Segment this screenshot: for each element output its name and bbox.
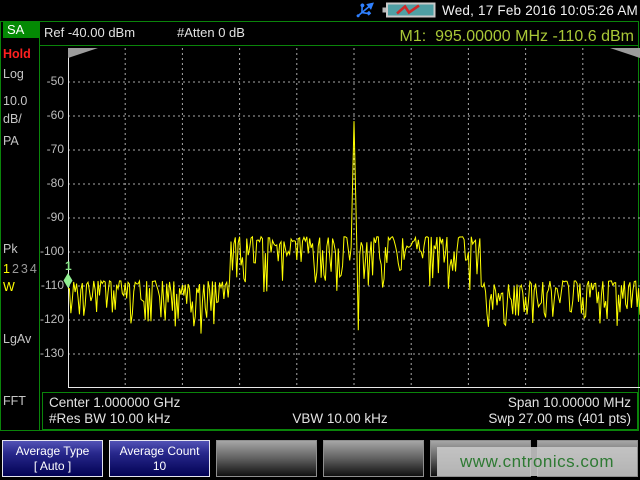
y-axis-label: -80 xyxy=(36,176,64,190)
marker-1-label: 1 xyxy=(65,259,72,273)
y-axis-label: -100 xyxy=(36,244,64,258)
clock-datetime: Wed, 17 Feb 2016 10:05:26 AM xyxy=(442,3,638,18)
top-status-bar: Wed, 17 Feb 2016 10:05:26 AM xyxy=(0,0,640,21)
log-average-indicator: LgAv xyxy=(3,332,31,346)
attenuation-readout: #Atten 0 dB xyxy=(177,25,245,40)
screen-corner-right xyxy=(610,48,640,58)
watermark-overlay: www.cntronics.com xyxy=(437,447,637,476)
battery-charging-icon xyxy=(382,2,436,18)
marker-readout: M1: 995.00000 MHz -110.6 dBm xyxy=(400,28,635,46)
screen-corner-left xyxy=(68,48,98,58)
softkey-label: Average Count xyxy=(120,444,200,459)
y-axis-label: -60 xyxy=(36,108,64,122)
softkey-average-count[interactable]: Average Count 10 xyxy=(109,440,210,477)
y-axis-label: -120 xyxy=(36,312,64,326)
trace-write-mode-indicator: W xyxy=(3,280,15,294)
scale-per-div-unit: dB/ xyxy=(3,112,22,126)
span-readout: Span 10.00000 MHz xyxy=(508,395,631,410)
video-bw-readout: VBW 10.00 kHz xyxy=(243,411,437,426)
fft-indicator: FFT xyxy=(3,394,26,408)
spectrum-analyzer-screen: Wed, 17 Feb 2016 10:05:26 AM SA Ref -40.… xyxy=(0,0,640,480)
peak-detector-indicator: Pk xyxy=(3,242,18,256)
spectrum-trace xyxy=(68,121,640,334)
mode-badge-sa: SA xyxy=(3,22,40,38)
scale-per-div-value: 10.0 xyxy=(3,94,27,108)
softkey-value: 10 xyxy=(153,459,166,474)
y-axis-label: -50 xyxy=(36,74,64,88)
softkey-average-type[interactable]: Average Type [ Auto ] xyxy=(2,440,103,477)
watermark-text: www.cntronics.com xyxy=(460,452,614,472)
sweep-time-readout: Swp 27.00 ms (401 pts) xyxy=(437,411,631,426)
frequency-annotation-box: Center 1.000000 GHz Span 10.00000 MHz #R… xyxy=(42,392,638,430)
center-frequency-readout: Center 1.000000 GHz xyxy=(49,395,180,410)
res-bw-readout: #Res BW 10.00 kHz xyxy=(49,411,243,426)
trace-number-indicators: 1234 xyxy=(3,262,39,276)
usb-icon xyxy=(354,1,376,19)
log-scale-indicator: Log xyxy=(3,67,24,81)
trace-inactive-numbers: 234 xyxy=(12,262,39,276)
softkey-label: Average Type xyxy=(16,444,90,459)
y-axis-label: -70 xyxy=(36,142,64,156)
center-span-row: Center 1.000000 GHz Span 10.00000 MHz xyxy=(49,395,631,410)
softkey-value: [ Auto ] xyxy=(34,459,71,474)
status-icons-and-clock: Wed, 17 Feb 2016 10:05:26 AM xyxy=(354,1,638,19)
softkey-blank-4[interactable] xyxy=(323,440,424,477)
spectrum-plot: 1 xyxy=(68,48,640,388)
preamp-indicator: PA xyxy=(3,134,19,148)
softkey-blank-3[interactable] xyxy=(216,440,317,477)
sweep-hold-indicator: Hold xyxy=(3,47,31,61)
bandwidth-sweep-row: #Res BW 10.00 kHz VBW 10.00 kHz Swp 27.0… xyxy=(49,411,631,426)
y-axis-label: -130 xyxy=(36,346,64,360)
y-axis-label: -110 xyxy=(36,278,64,292)
ref-level-readout: Ref -40.00 dBm xyxy=(44,25,135,40)
trace-active-number: 1 xyxy=(3,262,12,276)
y-axis-label: -90 xyxy=(36,210,64,224)
